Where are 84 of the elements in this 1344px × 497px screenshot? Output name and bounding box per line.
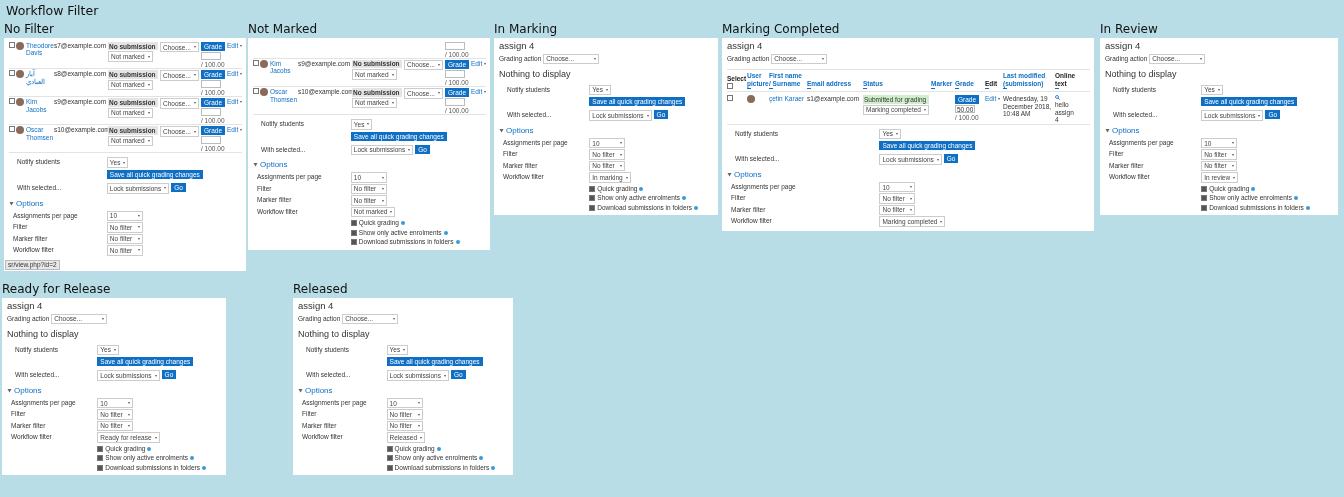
checkbox[interactable] xyxy=(97,464,104,471)
assignment-title: assign 4 xyxy=(727,41,763,52)
checkbox[interactable] xyxy=(386,464,393,471)
checkbox[interactable] xyxy=(350,239,357,245)
empty-message: Nothing to display xyxy=(1105,69,1177,80)
grade-input[interactable] xyxy=(201,108,221,116)
section-heading: In Review xyxy=(1100,21,1158,38)
select-all-checkbox[interactable] xyxy=(727,83,733,90)
checkbox[interactable] xyxy=(350,229,357,236)
help-icon[interactable] xyxy=(1251,186,1256,191)
checkbox[interactable] xyxy=(350,220,357,227)
grade-input[interactable] xyxy=(201,136,221,144)
help-icon[interactable] xyxy=(491,465,496,470)
empty-message: Nothing to display xyxy=(298,329,370,340)
help-icon[interactable] xyxy=(1305,205,1310,210)
collapse-icon[interactable] xyxy=(7,387,12,393)
collapse-icon[interactable] xyxy=(1105,127,1110,133)
section-heading: Not Marked xyxy=(248,21,317,38)
avatar xyxy=(16,126,24,135)
options-link[interactable]: Options xyxy=(305,385,333,395)
section-heading: No Filter xyxy=(4,21,54,38)
collapse-icon[interactable] xyxy=(298,387,303,393)
assignment-title: assign 4 xyxy=(298,301,334,312)
help-icon[interactable] xyxy=(190,456,195,461)
checkbox[interactable] xyxy=(589,204,596,211)
options-link[interactable]: Options xyxy=(734,169,762,179)
help-icon[interactable] xyxy=(147,446,152,451)
checkbox[interactable] xyxy=(386,455,393,462)
help-icon[interactable] xyxy=(639,186,644,191)
help-icon[interactable] xyxy=(201,465,206,470)
avatar xyxy=(747,95,755,104)
checkbox[interactable] xyxy=(386,445,393,452)
avatar xyxy=(260,59,268,68)
grade-input[interactable] xyxy=(445,70,465,78)
row-checkbox[interactable] xyxy=(9,70,15,77)
checkbox[interactable] xyxy=(97,445,104,452)
assignment-title: assign 4 xyxy=(499,41,535,52)
avatar xyxy=(16,70,24,79)
section-heading: Marking Completed xyxy=(722,21,840,38)
avatar xyxy=(16,42,24,50)
row-checkbox[interactable] xyxy=(9,126,15,133)
help-icon[interactable] xyxy=(479,456,484,461)
search-icon[interactable] xyxy=(1055,95,1060,101)
options-link[interactable]: Options xyxy=(1112,125,1140,135)
checkbox[interactable] xyxy=(97,455,104,462)
help-icon[interactable] xyxy=(682,196,687,201)
help-icon[interactable] xyxy=(693,205,698,210)
checkbox[interactable] xyxy=(1201,185,1208,192)
row-checkbox[interactable] xyxy=(253,88,259,95)
checkbox[interactable] xyxy=(589,185,596,192)
checkbox[interactable] xyxy=(589,195,596,202)
row-checkbox[interactable] xyxy=(727,95,733,102)
row-checkbox[interactable] xyxy=(253,59,259,66)
help-icon[interactable] xyxy=(436,446,441,451)
section-heading: In Marking xyxy=(494,21,558,38)
options-link[interactable]: Options xyxy=(14,385,42,395)
empty-message: Nothing to display xyxy=(7,329,79,340)
help-icon[interactable] xyxy=(455,240,460,244)
section-heading: Released xyxy=(293,281,348,298)
avatar xyxy=(16,98,24,107)
grade-input[interactable] xyxy=(201,80,221,88)
avatar xyxy=(260,88,268,97)
collapse-icon[interactable] xyxy=(253,162,258,168)
empty-message: Nothing to display xyxy=(499,69,571,80)
row-checkbox[interactable] xyxy=(9,98,15,105)
collapse-icon[interactable] xyxy=(9,200,14,206)
page-title: Workflow Filter xyxy=(6,3,99,18)
options-link[interactable]: Options xyxy=(506,125,534,135)
collapse-icon[interactable] xyxy=(727,171,732,177)
options-link[interactable]: Options xyxy=(16,198,44,208)
section-heading: Ready for Release xyxy=(2,281,111,298)
grade-input[interactable] xyxy=(445,42,465,50)
help-icon[interactable] xyxy=(400,221,405,226)
grade-input[interactable] xyxy=(445,98,465,106)
assignment-title: assign 4 xyxy=(1105,41,1141,52)
grade-input[interactable] xyxy=(201,52,221,60)
options-link[interactable]: Options xyxy=(260,160,288,170)
checkbox[interactable] xyxy=(1201,204,1208,211)
assignment-title: assign 4 xyxy=(7,301,43,312)
help-icon[interactable] xyxy=(443,230,448,235)
row-checkbox[interactable] xyxy=(9,42,15,48)
help-icon[interactable] xyxy=(1293,196,1298,201)
collapse-icon[interactable] xyxy=(499,127,504,133)
checkbox[interactable] xyxy=(1201,195,1208,202)
